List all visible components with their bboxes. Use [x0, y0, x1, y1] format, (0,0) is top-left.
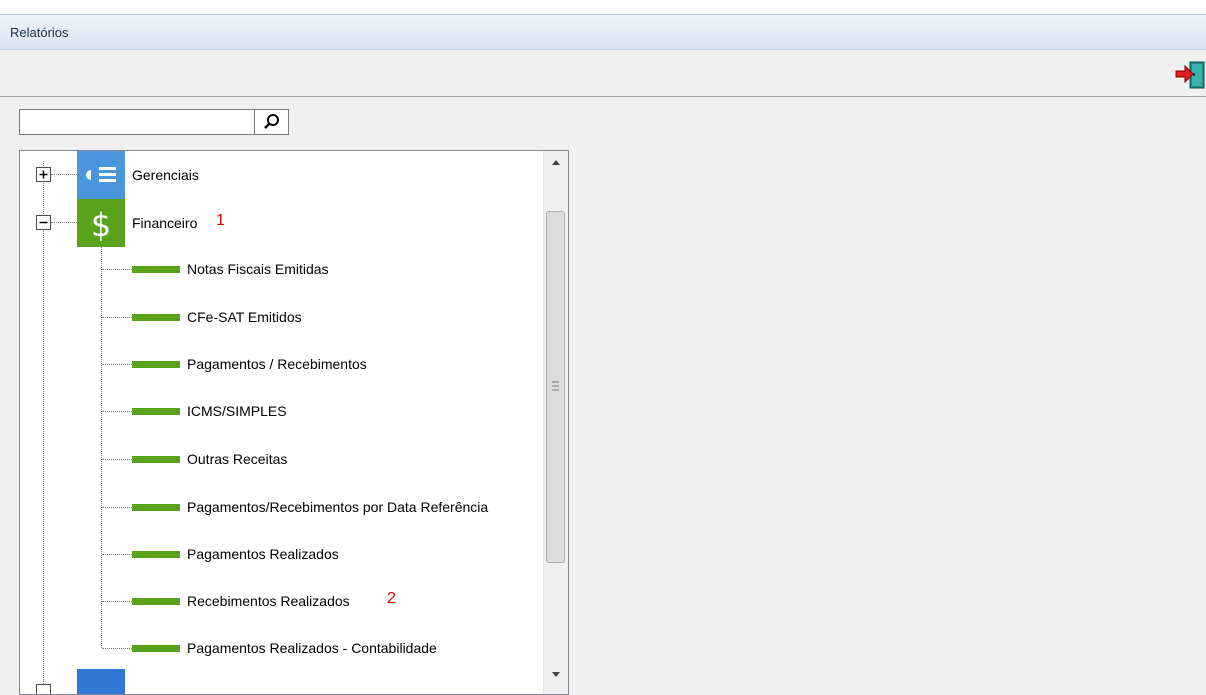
tree-connector — [102, 601, 132, 602]
tree-connector — [102, 364, 132, 365]
report-bar-icon — [132, 408, 180, 415]
report-tree[interactable]: Gerenciais $ Financeiro 1 Notas Fiscais … — [19, 150, 569, 695]
tree-connector — [102, 648, 132, 649]
dollar-icon: $ — [77, 199, 125, 247]
item-label: Notas Fiscais Emitidas — [187, 261, 329, 277]
report-bar-icon — [132, 645, 180, 652]
category-label: Financeiro — [132, 215, 198, 231]
tree-connector — [102, 317, 132, 318]
report-bar-icon — [132, 361, 180, 368]
scroll-thumb[interactable] — [546, 211, 565, 563]
tree-connector — [102, 411, 132, 412]
collapse-toggle[interactable] — [36, 215, 51, 230]
item-label: ICMS/SIMPLES — [187, 403, 287, 419]
report-bar-icon — [132, 314, 180, 321]
tree-connector — [102, 459, 132, 460]
toolbar — [0, 50, 1206, 97]
item-label: Pagamentos Realizados — [187, 546, 339, 562]
search-input[interactable] — [19, 109, 255, 135]
item-label: Pagamentos Realizados - Contabilidade — [187, 640, 437, 656]
report-bar-icon — [132, 598, 180, 605]
window-titlebar: Relatórios — [0, 14, 1206, 50]
item-label: Recebimentos Realizados — [187, 593, 350, 609]
tree-connector — [43, 161, 44, 694]
tree-connector — [101, 247, 102, 648]
report-bar-icon — [132, 266, 180, 273]
tree-connector — [102, 554, 132, 555]
category-label: Gerenciais — [132, 167, 199, 183]
minus-icon — [39, 221, 48, 224]
report-bar-icon — [132, 504, 180, 511]
tree-connector — [51, 222, 77, 223]
item-label: Pagamentos / Recebimentos — [187, 356, 367, 372]
scroll-up-button[interactable] — [544, 151, 568, 173]
annotation-marker: 1 — [216, 212, 225, 229]
report-list-icon — [77, 151, 125, 199]
item-label: CFe-SAT Emitidos — [187, 309, 302, 325]
annotation-marker: 2 — [387, 590, 396, 607]
arrow-up-icon — [552, 160, 560, 165]
arrow-down-icon — [552, 672, 560, 677]
expand-toggle[interactable] — [36, 684, 51, 694]
scroll-down-button[interactable] — [544, 664, 568, 686]
plus-icon — [39, 170, 48, 179]
item-label: Pagamentos/Recebimentos por Data Referên… — [187, 499, 489, 515]
report-bar-icon — [132, 456, 180, 463]
vertical-scrollbar[interactable] — [543, 151, 568, 694]
tree-connector — [102, 507, 132, 508]
top-edge — [0, 0, 1206, 14]
tree-connector — [102, 269, 132, 270]
item-label: Outras Receitas — [187, 451, 288, 467]
magnifier-icon — [264, 114, 279, 129]
category-icon — [77, 669, 125, 694]
search-button[interactable] — [254, 109, 289, 135]
window-title: Relatórios — [10, 25, 69, 40]
exit-button[interactable] — [1174, 58, 1206, 90]
expand-toggle[interactable] — [36, 167, 51, 182]
tree-connector — [51, 174, 77, 175]
grip-icon — [552, 381, 559, 391]
exit-door-icon — [1175, 61, 1205, 89]
report-bar-icon — [132, 551, 180, 558]
svg-text:$: $ — [91, 206, 111, 244]
